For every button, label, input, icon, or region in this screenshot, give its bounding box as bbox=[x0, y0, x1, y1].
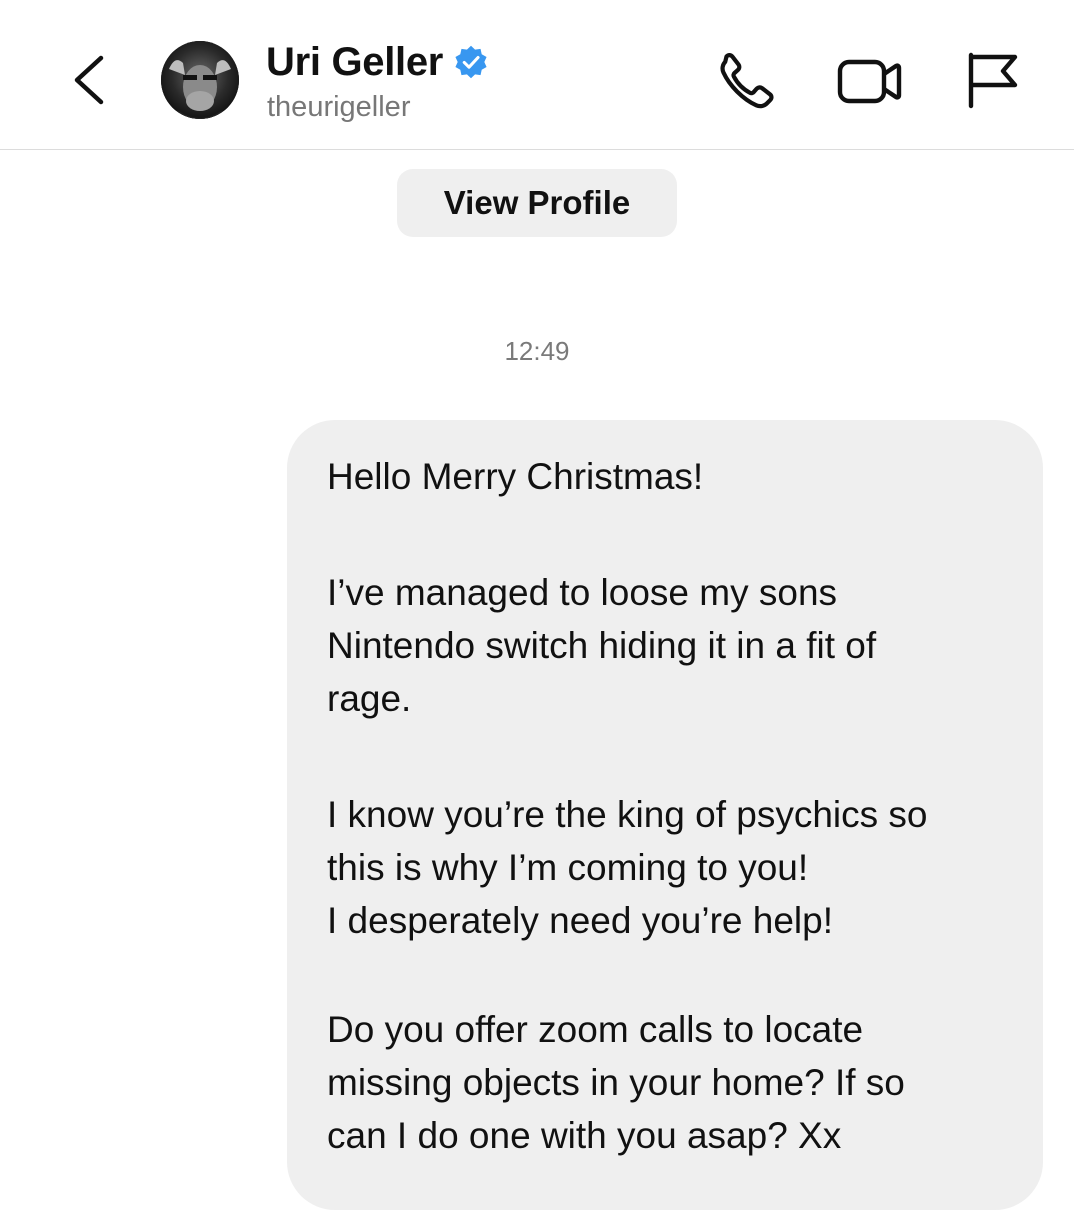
display-name[interactable]: Uri Geller bbox=[266, 40, 443, 85]
video-call-button[interactable] bbox=[834, 50, 904, 110]
audio-call-button[interactable] bbox=[714, 50, 778, 110]
phone-icon bbox=[720, 53, 774, 109]
message-paragraph: Do you offer zoom calls to locate missin… bbox=[327, 1009, 905, 1156]
view-profile-button[interactable]: View Profile bbox=[397, 169, 677, 237]
flag-icon bbox=[968, 52, 1018, 109]
message-paragraph: Hello Merry Christmas! bbox=[327, 456, 704, 497]
back-button[interactable] bbox=[66, 50, 116, 110]
username: theurigeller bbox=[267, 91, 411, 123]
message-paragraph: I’ve managed to loose my sons Nintendo s… bbox=[327, 572, 877, 719]
message-bubble[interactable]: Hello Merry Christmas! I’ve managed to l… bbox=[287, 420, 1043, 1210]
verified-badge-icon bbox=[455, 45, 487, 79]
video-camera-icon bbox=[837, 59, 902, 104]
message-paragraph: I know you’re the king of psychics so th… bbox=[327, 794, 928, 941]
chat-header: Uri Geller theurigeller bbox=[0, 0, 1074, 150]
name-row: Uri Geller bbox=[266, 38, 489, 86]
avatar[interactable] bbox=[161, 41, 239, 119]
message-timestamp: 12:49 bbox=[504, 336, 570, 366]
avatar-image bbox=[161, 41, 239, 119]
report-button[interactable] bbox=[962, 48, 1022, 112]
chevron-left-icon bbox=[74, 55, 104, 105]
